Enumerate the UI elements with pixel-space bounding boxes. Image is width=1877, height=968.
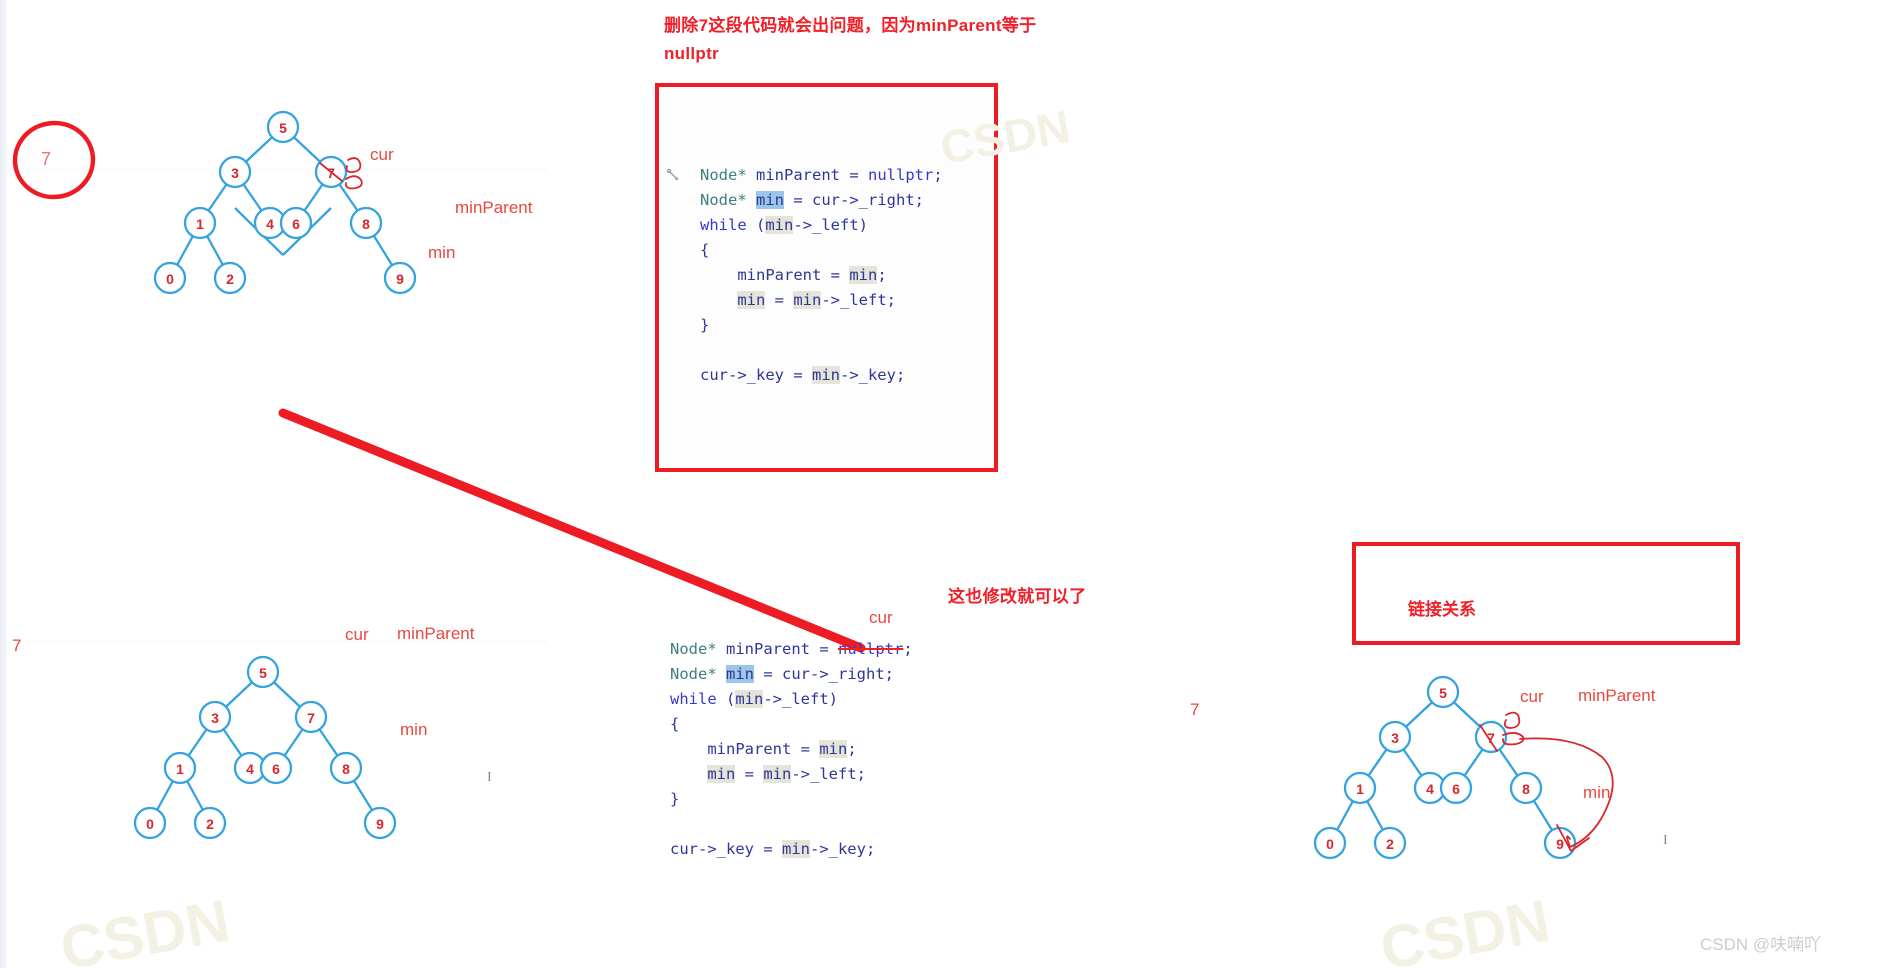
svg-text:9: 9: [376, 816, 384, 832]
tree-node: 2: [213, 261, 247, 295]
loose-seven-bottom-right: 7: [1190, 700, 1200, 719]
tree-node: 3: [218, 155, 252, 189]
tree-bottom-right: 5 3 7 1 4 6 8 0 2 9: [1240, 655, 1614, 885]
left-gutter-strip: [0, 0, 7, 968]
svg-text:3: 3: [1391, 730, 1399, 746]
tree-node: 2: [193, 806, 227, 840]
tree-node: 9: [383, 261, 417, 295]
svg-text:1: 1: [196, 216, 204, 232]
screenshot-root: 删除7这段代码就会出问题，因为minParent等于 nullptr Node*…: [0, 0, 1877, 968]
tree-node: 6: [1439, 771, 1473, 805]
tree-node: 9: [363, 806, 397, 840]
tree-node: 0: [1313, 826, 1347, 860]
tree-top-left-label-minparent: minParent: [455, 198, 533, 217]
tree-node: 1: [1343, 771, 1377, 805]
tree-node: 8: [1509, 771, 1543, 805]
tree-top-left: 5 3 7 1 4 6 8 0 2 9: [80, 95, 420, 305]
text-caret-left: I: [487, 770, 492, 785]
text-caret-right: I: [1663, 833, 1668, 848]
svg-text:0: 0: [146, 816, 154, 832]
tree-node: 0: [133, 806, 167, 840]
svg-text:8: 8: [362, 216, 370, 232]
tree-node: 1: [163, 751, 197, 785]
svg-text:6: 6: [1452, 781, 1460, 797]
link-relation-redbox: [1352, 542, 1740, 645]
svg-text:5: 5: [259, 665, 267, 681]
svg-text:2: 2: [206, 816, 214, 832]
ghost-watermark-left: CSDN: [55, 886, 235, 968]
tree-node: 5: [266, 110, 300, 144]
svg-text:1: 1: [1356, 781, 1364, 797]
svg-text:0: 0: [1326, 836, 1334, 852]
tree-node: 0: [153, 261, 187, 295]
svg-text:8: 8: [1522, 781, 1530, 797]
top-annotation-text: 删除7这段代码就会出问题，因为minParent等于 nullptr: [664, 16, 1037, 63]
svg-text:0: 0: [166, 271, 174, 287]
tree-node: 6: [279, 206, 313, 240]
tree-top-left-label-min: min: [428, 243, 456, 262]
tree-bottom-right-label-cur: cur: [1520, 687, 1544, 706]
svg-text:4: 4: [266, 216, 274, 232]
tree-node: 2: [1373, 826, 1407, 860]
tree-node: 7: [294, 700, 328, 734]
svg-text:1: 1: [176, 761, 184, 777]
svg-text:3: 3: [231, 165, 239, 181]
tree-bottom-right-label-min: min: [1583, 783, 1611, 802]
link-relation-label: 链接关系: [1408, 600, 1476, 619]
svg-text:7: 7: [307, 710, 315, 726]
tree-node: 6: [259, 751, 293, 785]
tree-bottom-left-label-min: min: [400, 720, 428, 739]
pointer-arrow-icon: [666, 168, 682, 187]
svg-text:6: 6: [292, 216, 300, 232]
svg-text:2: 2: [1386, 836, 1394, 852]
tree-bottom-left-label-cur: cur: [345, 625, 369, 644]
svg-text:4: 4: [246, 761, 254, 777]
csdn-watermark: CSDN @呋喃吖: [1700, 935, 1822, 954]
code-block-bottom[interactable]: Node* minParent = nullptr; Node* min = c…: [670, 637, 913, 862]
tree-node: 5: [246, 655, 280, 689]
bottom-code-pointer-label: cur: [869, 608, 893, 627]
svg-text:9: 9: [396, 271, 404, 287]
tree-node: 8: [349, 206, 383, 240]
svg-text:9: 9: [1556, 836, 1564, 852]
tree-bottom-left: 5 3 7 1 4 6 8 0 2 9: [60, 640, 400, 850]
tree-node: 9: [1543, 826, 1577, 860]
tree-node: 8: [329, 751, 363, 785]
svg-text:3: 3: [211, 710, 219, 726]
svg-text:5: 5: [279, 120, 287, 136]
tree-node: 1: [183, 206, 217, 240]
tree-bottom-right-label-minparent: minParent: [1578, 686, 1656, 705]
mid-annotation-text: 这也修改就可以了: [948, 587, 1087, 606]
tree-bottom-left-label-minparent: minParent: [397, 624, 475, 643]
svg-text:2: 2: [226, 271, 234, 287]
tree-node: 3: [1378, 720, 1412, 754]
svg-text:4: 4: [1426, 781, 1434, 797]
loose-seven-bottom-left: 7: [12, 636, 22, 655]
svg-text:6: 6: [272, 761, 280, 777]
tree-top-left-label-cur: cur: [370, 145, 394, 164]
svg-text:7: 7: [41, 149, 51, 169]
tree-node: 5: [1426, 675, 1460, 709]
svg-text:8: 8: [342, 761, 350, 777]
svg-text:5: 5: [1439, 685, 1447, 701]
tree-node: 3: [198, 700, 232, 734]
code-block-top[interactable]: Node* minParent = nullptr; Node* min = c…: [700, 163, 943, 388]
ghost-watermark-right: CSDN: [1375, 886, 1555, 968]
